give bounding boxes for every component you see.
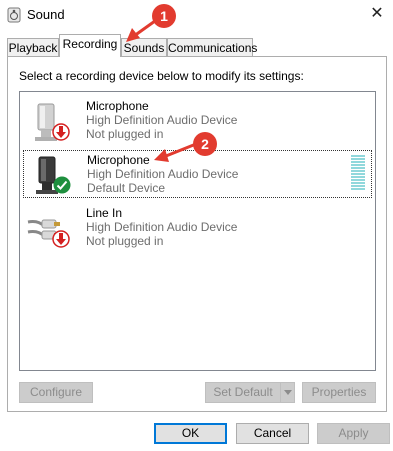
unplugged-badge-icon (52, 230, 70, 248)
title-bar: Sound ✕ (0, 0, 393, 30)
set-default-dropdown[interactable] (280, 382, 295, 403)
instruction-text: Select a recording device below to modif… (19, 69, 304, 83)
device-list[interactable]: Microphone High Definition Audio Device … (19, 91, 376, 371)
device-description: High Definition Audio Device (87, 167, 239, 181)
configure-button[interactable]: Configure (19, 382, 93, 403)
apply-button[interactable]: Apply (317, 423, 390, 444)
device-status: Default Device (87, 181, 166, 195)
speaker-icon (7, 7, 21, 23)
device-name: Microphone (87, 153, 150, 167)
device-item-line-in[interactable]: Line In High Definition Audio Device Not… (23, 204, 372, 252)
close-button[interactable]: ✕ (361, 0, 393, 30)
properties-button[interactable]: Properties (302, 382, 376, 403)
device-description: High Definition Audio Device (86, 113, 238, 127)
cancel-button[interactable]: Cancel (236, 423, 309, 444)
device-status: Not plugged in (86, 127, 164, 141)
default-check-badge-icon (53, 176, 71, 194)
tab-playback[interactable]: Playback (7, 38, 59, 57)
level-meter (351, 155, 365, 193)
device-item-microphone-unplugged[interactable]: Microphone High Definition Audio Device … (23, 97, 372, 145)
device-name: Line In (86, 206, 123, 220)
device-item-microphone-default[interactable]: Microphone High Definition Audio Device … (23, 150, 372, 198)
device-description: High Definition Audio Device (86, 220, 238, 234)
device-status: Not plugged in (86, 234, 164, 248)
device-name: Microphone (86, 99, 149, 113)
set-default-button[interactable]: Set Default (205, 382, 281, 403)
tab-communications[interactable]: Communications (167, 38, 257, 57)
tab-sounds[interactable]: Sounds (121, 38, 167, 57)
ok-button[interactable]: OK (154, 423, 227, 444)
tab-recording[interactable]: Recording (59, 34, 121, 57)
window-title: Sound (27, 7, 65, 22)
unplugged-badge-icon (52, 123, 70, 141)
chevron-down-icon (284, 390, 292, 395)
